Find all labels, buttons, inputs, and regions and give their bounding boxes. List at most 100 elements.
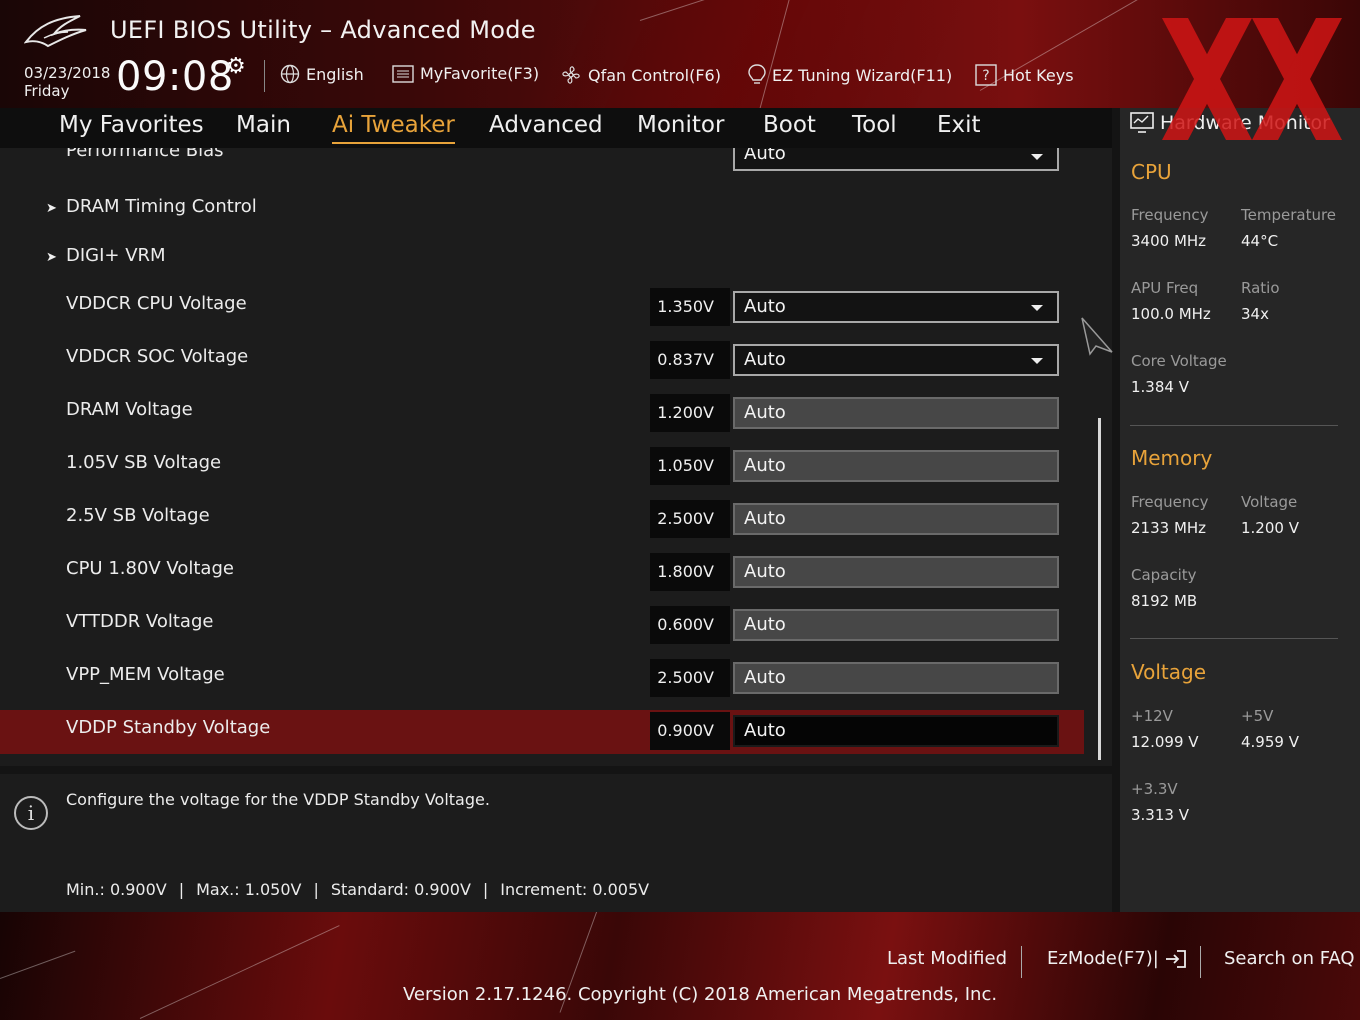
submenu-digi-vrm[interactable]: DIGI+ VRM: [66, 245, 166, 266]
myfavorite-button[interactable]: MyFavorite(F3): [392, 64, 539, 83]
cpu-frequency-value: 3400 MHz: [1131, 232, 1207, 250]
setting-label-dram-voltage[interactable]: DRAM Voltage: [66, 399, 193, 420]
hw-section-cpu: CPU: [1131, 160, 1172, 184]
help-panel: i Configure the voltage for the VDDP Sta…: [0, 774, 1112, 912]
setting-label-vddcr-soc[interactable]: VDDCR SOC Voltage: [66, 346, 248, 367]
tab-monitor[interactable]: Monitor: [637, 112, 724, 138]
ratio-label: Ratio: [1241, 279, 1280, 297]
setting-label-2-5v-sb[interactable]: 2.5V SB Voltage: [66, 505, 210, 526]
v5-value: 4.959 V: [1241, 733, 1299, 751]
current-value-vttddr: 0.600V: [650, 606, 730, 644]
cpu-temperature-value: 44°C: [1241, 232, 1279, 250]
mem-frequency-value: 2133 MHz: [1131, 519, 1207, 537]
current-value-1-05v-sb: 1.050V: [650, 447, 730, 485]
current-value-2-5v-sb: 2.500V: [650, 500, 730, 538]
tab-advanced[interactable]: Advanced: [489, 112, 603, 138]
qfan-button[interactable]: Qfan Control(F6): [560, 64, 721, 86]
hw-section-memory: Memory: [1131, 446, 1213, 470]
setting-label-cpu-1-80v[interactable]: CPU 1.80V Voltage: [66, 558, 234, 579]
scrollbar[interactable]: [1098, 418, 1101, 760]
submenu-dram-timing-control[interactable]: DRAM Timing Control: [66, 196, 257, 217]
v33-value: 3.313 V: [1131, 806, 1189, 824]
qfan-label: Qfan Control(F6): [588, 65, 721, 85]
mouse-cursor-icon: [1081, 317, 1113, 356]
vpp-mem-input[interactable]: Auto: [733, 662, 1059, 694]
help-description: Configure the voltage for the VDDP Stand…: [66, 790, 490, 809]
gear-icon[interactable]: ⚙: [226, 54, 246, 79]
hardware-monitor-panel: Hardware Monitor CPU Frequency Temperatu…: [1120, 108, 1360, 912]
mem-capacity-value: 8192 MB: [1131, 592, 1198, 610]
vttddr-input[interactable]: Auto: [733, 609, 1059, 641]
spec-max: Max.: 1.050V: [196, 880, 302, 899]
spec-standard: Standard: 0.900V: [330, 880, 471, 899]
dram-voltage-input[interactable]: Auto: [733, 397, 1059, 429]
cpu-frequency-label: Frequency: [1131, 206, 1209, 224]
help-box-icon: ?: [975, 64, 997, 86]
1-05v-sb-input[interactable]: Auto: [733, 450, 1059, 482]
exit-arrow-icon: [1165, 949, 1186, 968]
language-button[interactable]: English: [280, 64, 364, 84]
date-text: 03/23/2018: [24, 64, 111, 82]
tab-boot[interactable]: Boot: [763, 112, 816, 138]
watermark-logo: [1162, 18, 1342, 140]
day-text: Friday: [24, 82, 70, 100]
v12-label: +12V: [1131, 707, 1173, 725]
header-divider: [264, 60, 265, 92]
myfavorite-label: MyFavorite(F3): [420, 64, 540, 83]
search-faq-button[interactable]: Search on FAQ: [1224, 948, 1355, 969]
current-value-vpp-mem: 2.500V: [650, 659, 730, 697]
vddcr-cpu-value: Auto: [744, 296, 786, 317]
vddcr-cpu-select[interactable]: Auto: [733, 291, 1059, 323]
cpu-1-80v-input[interactable]: Auto: [733, 556, 1059, 588]
ezmode-button[interactable]: EzMode(F7)|: [1047, 948, 1187, 969]
setting-label-1-05v-sb[interactable]: 1.05V SB Voltage: [66, 452, 221, 473]
footer-bar: Last Modified EzMode(F7)| Search on FAQ …: [0, 912, 1360, 1020]
mem-voltage-value: 1.200 V: [1241, 519, 1299, 537]
vddcr-soc-select[interactable]: Auto: [733, 344, 1059, 376]
setting-label-vttddr[interactable]: VTTDDR Voltage: [66, 611, 213, 632]
performance-bias-select[interactable]: Auto: [733, 148, 1059, 171]
current-value-dram-voltage: 1.200V: [650, 394, 730, 432]
submenu-arrow-icon: ➤: [46, 201, 57, 216]
list-icon: [392, 64, 414, 83]
language-label: English: [306, 64, 364, 84]
hw-section-voltage: Voltage: [1131, 660, 1207, 684]
last-modified-button[interactable]: Last Modified: [887, 948, 1007, 969]
core-voltage-label: Core Voltage: [1131, 352, 1227, 370]
mem-voltage-label: Voltage: [1241, 493, 1298, 511]
footer-divider: [1021, 946, 1022, 978]
ez-tuning-label: EZ Tuning Wizard(F11): [772, 65, 953, 85]
tab-ai-tweaker[interactable]: Ai Tweaker: [332, 112, 455, 144]
setting-label-vddp-standby[interactable]: VDDP Standby Voltage: [66, 717, 270, 738]
ez-tuning-button[interactable]: EZ Tuning Wizard(F11): [748, 64, 952, 86]
tab-tool[interactable]: Tool: [852, 112, 897, 138]
version-text: Version 2.17.1246. Copyright (C) 2018 Am…: [403, 984, 998, 1005]
hw-divider: [1130, 638, 1338, 639]
setting-label-performance-bias[interactable]: Performance Bias: [66, 148, 224, 161]
tab-main[interactable]: Main: [236, 112, 291, 138]
v12-value: 12.099 V: [1131, 733, 1199, 751]
footer-divider: [1200, 946, 1201, 978]
spec-min: Min.: 0.900V: [66, 880, 167, 899]
setting-label-vpp-mem[interactable]: VPP_MEM Voltage: [66, 664, 225, 685]
2-5v-sb-input[interactable]: Auto: [733, 503, 1059, 535]
chevron-down-icon: [1031, 305, 1043, 311]
hotkeys-button[interactable]: ? Hot Keys: [975, 64, 1074, 86]
current-value-vddcr-cpu: 1.350V: [650, 288, 730, 326]
globe-icon: [280, 64, 300, 84]
app-title: UEFI BIOS Utility – Advanced Mode: [110, 16, 536, 44]
info-icon: i: [14, 796, 48, 830]
vddp-standby-input[interactable]: Auto: [733, 715, 1059, 747]
setting-label-vddcr-cpu[interactable]: VDDCR CPU Voltage: [66, 293, 247, 314]
date-display: 03/23/2018 Friday: [24, 64, 110, 100]
current-value-vddcr-soc: 0.837V: [650, 341, 730, 379]
tab-my-favorites[interactable]: My Favorites: [59, 112, 204, 138]
current-value-vddp-standby: 0.900V: [650, 712, 730, 750]
main-nav: My Favorites Main Ai Tweaker Advanced Mo…: [0, 108, 1112, 148]
v33-label: +3.3V: [1131, 780, 1178, 798]
current-value-cpu-1-80v: 1.800V: [650, 553, 730, 591]
tab-exit[interactable]: Exit: [937, 112, 981, 138]
apu-freq-value: 100.0 MHz: [1131, 305, 1211, 323]
performance-bias-value: Auto: [744, 148, 786, 164]
fan-icon: [562, 66, 580, 84]
